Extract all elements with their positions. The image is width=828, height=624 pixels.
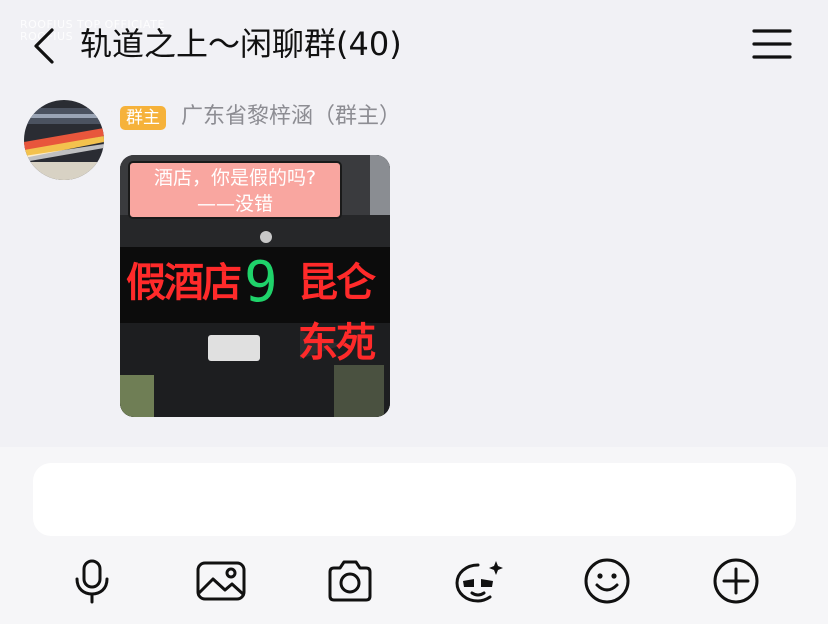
album-button[interactable] <box>195 555 247 607</box>
sticker-icon <box>455 561 503 603</box>
led-route-number: 9 <box>244 250 278 315</box>
microphone-icon <box>75 559 109 604</box>
emoji-icon <box>584 558 630 604</box>
message-image[interactable]: 酒店，你是假的吗? ——没错 假酒店 9 昆仑东苑 <box>120 155 390 417</box>
chevron-left-icon <box>34 28 54 64</box>
camera-button[interactable] <box>324 555 376 607</box>
emoji-button[interactable] <box>581 555 633 607</box>
message-row: 群主 广东省黎梓涵（群主） 酒店，你是假的吗? ——没错 假酒店 9 昆仑东苑 <box>0 96 828 426</box>
plus-circle-icon <box>713 558 759 604</box>
led-destination-sign: 假酒店 9 昆仑东苑 <box>120 247 390 366</box>
sticker-button[interactable] <box>452 555 504 607</box>
role-badge: 群主 <box>120 106 166 130</box>
chat-title: 轨道之上～闲聊群(40) <box>80 25 402 63</box>
voice-button[interactable] <box>66 555 118 607</box>
avatar[interactable] <box>24 100 104 180</box>
led-left-text: 假酒店 <box>126 260 242 306</box>
hamburger-menu-icon <box>752 29 792 59</box>
input-area <box>0 447 828 624</box>
more-button[interactable] <box>710 555 762 607</box>
message-input[interactable] <box>33 463 796 536</box>
avatar-image <box>24 100 104 180</box>
caption-line: ——没错 <box>196 193 273 215</box>
menu-button[interactable] <box>750 25 794 65</box>
image-caption: 酒店，你是假的吗? ——没错 <box>128 161 342 219</box>
chat-header: ROOFIUS TOP OFFICIATE ROOFIUS 轨道之上～闲聊群(4… <box>0 0 828 90</box>
sender-name[interactable]: 广东省黎梓涵（群主） <box>181 102 401 132</box>
back-button[interactable] <box>26 24 62 68</box>
image-icon <box>196 561 246 601</box>
caption-line: 酒店，你是假的吗? <box>153 167 317 189</box>
camera-icon <box>328 560 372 602</box>
led-right-text: 昆仑东苑 <box>298 260 376 366</box>
